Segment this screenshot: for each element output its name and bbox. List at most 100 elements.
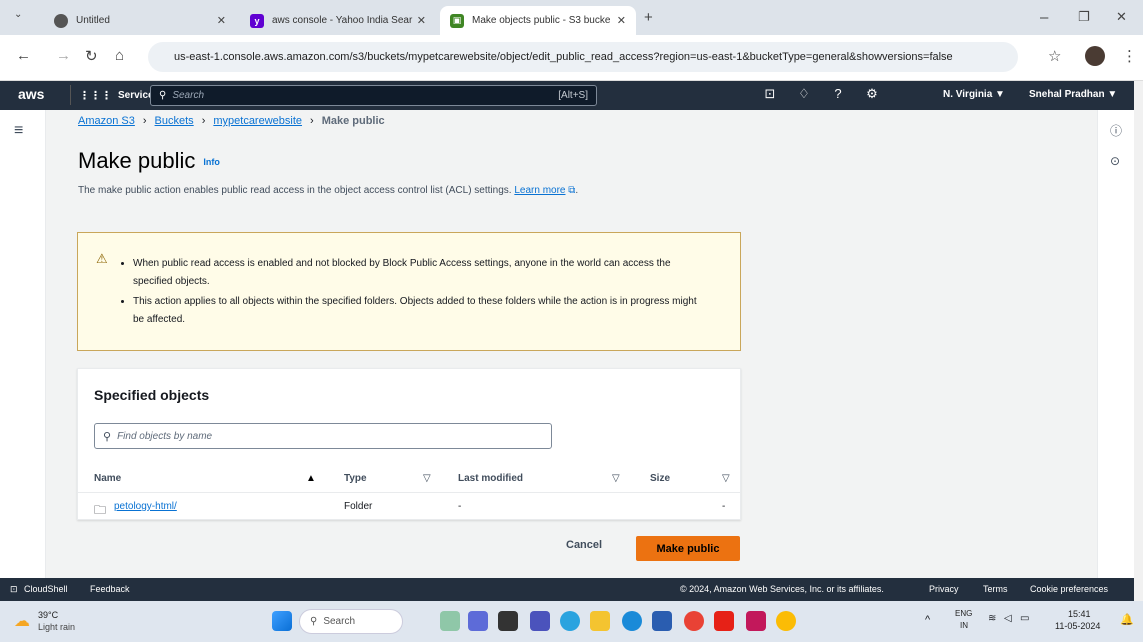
- description-text: The make public action enables public re…: [78, 185, 512, 196]
- close-icon[interactable]: ✕: [617, 14, 626, 27]
- sort-icon[interactable]: ▽: [612, 473, 620, 484]
- help-icon[interactable]: ?: [828, 86, 848, 101]
- sort-ascending-icon[interactable]: ▲: [306, 473, 316, 484]
- minimize-button[interactable]: –: [1040, 9, 1048, 26]
- close-icon[interactable]: ✕: [217, 14, 226, 27]
- specified-objects-panel: Specified objects ⚲ Find objects by name…: [77, 368, 741, 520]
- telegram-icon[interactable]: [560, 611, 580, 631]
- restore-button[interactable]: ❐: [1078, 9, 1090, 25]
- column-header-size[interactable]: Size: [650, 473, 670, 484]
- warning-icon: ⚠: [96, 251, 108, 266]
- address-bar-row: ← → ↻ ⌂ us-east-1.console.aws.amazon.com…: [0, 35, 1143, 81]
- browser-tab-s3[interactable]: ▣ Make objects public - S3 bucke ✕: [440, 6, 636, 35]
- edge-icon[interactable]: [622, 611, 642, 631]
- chrome-icon[interactable]: [684, 611, 704, 631]
- find-placeholder: Find objects by name: [117, 430, 213, 442]
- browser-tab-bar: ⌄ Untitled ✕ y aws console - Yahoo India…: [0, 0, 1143, 35]
- breadcrumb-buckets[interactable]: Buckets: [155, 115, 194, 127]
- hamburger-menu-icon[interactable]: ≡: [14, 122, 23, 140]
- region-selector[interactable]: N. Virginia ▼: [943, 89, 1005, 100]
- object-last-modified: -: [458, 501, 462, 512]
- close-icon[interactable]: ✕: [417, 14, 426, 27]
- cookie-preferences-link[interactable]: Cookie preferences: [1030, 584, 1108, 594]
- clock-time[interactable]: 15:41: [1068, 609, 1091, 619]
- breadcrumb-bucket[interactable]: mypetcarewebsite: [213, 115, 302, 127]
- file-explorer-icon[interactable]: [590, 611, 610, 631]
- url-input[interactable]: us-east-1.console.aws.amazon.com/s3/buck…: [148, 42, 1018, 72]
- weather-icon[interactable]: ☁: [14, 611, 30, 631]
- tab-title: Untitled: [76, 15, 110, 26]
- account-menu[interactable]: Snehal Pradhan ▼: [1029, 89, 1117, 100]
- cloudshell-icon: ⊡: [10, 584, 18, 594]
- app-icon[interactable]: [746, 611, 766, 631]
- cloudshell-icon[interactable]: ⊡: [760, 86, 780, 102]
- info-panel-icon[interactable]: ⓘ: [1110, 122, 1122, 139]
- app-icon[interactable]: [468, 611, 488, 631]
- chevron-up-icon[interactable]: ^: [925, 614, 930, 626]
- avatar[interactable]: [1085, 46, 1105, 66]
- cloudshell-link[interactable]: CloudShell: [24, 584, 68, 594]
- find-objects-input[interactable]: ⚲ Find objects by name: [94, 423, 552, 449]
- external-link-icon: ⧉: [568, 185, 576, 196]
- notification-bell-icon[interactable]: 🔔: [1120, 613, 1134, 626]
- chevron-right-icon: ›: [201, 115, 206, 127]
- widgets-icon[interactable]: [440, 611, 460, 631]
- browser-tab-yahoo[interactable]: y aws console - Yahoo India Sear ✕: [240, 6, 436, 35]
- taskbar-search[interactable]: ⚲ Search: [299, 609, 403, 634]
- search-input[interactable]: ⚲ Search [Alt+S]: [150, 85, 597, 106]
- tab-list-icon[interactable]: ⌄: [14, 9, 22, 20]
- warning-alert: ⚠ When public read access is enabled and…: [77, 232, 741, 351]
- folder-icon: 🗀: [94, 503, 107, 517]
- back-icon[interactable]: ←: [16, 47, 31, 64]
- right-rail: ⓘ ⊙: [1097, 110, 1134, 578]
- object-name-link[interactable]: petology-html/: [114, 501, 177, 512]
- make-public-button[interactable]: Make public: [636, 536, 740, 561]
- column-header-last-modified[interactable]: Last modified: [458, 473, 523, 484]
- url-text: us-east-1.console.aws.amazon.com/s3/buck…: [174, 51, 953, 63]
- store-icon[interactable]: [652, 611, 672, 631]
- browser-tab-untitled[interactable]: Untitled ✕: [44, 6, 236, 35]
- battery-icon[interactable]: ▭: [1020, 613, 1029, 624]
- cancel-button[interactable]: Cancel: [566, 539, 602, 551]
- teams-icon[interactable]: [530, 611, 550, 631]
- volume-icon[interactable]: ◁: [1004, 613, 1012, 624]
- weather-desc: Light rain: [38, 622, 76, 632]
- forward-icon[interactable]: →: [56, 47, 71, 64]
- settings-gear-icon[interactable]: ⚙: [862, 86, 882, 102]
- compass-icon[interactable]: ⊙: [1110, 154, 1120, 168]
- feedback-link[interactable]: Feedback: [90, 584, 130, 594]
- home-icon[interactable]: ⌂: [115, 47, 124, 64]
- search-placeholder: Search: [172, 90, 205, 101]
- terms-link[interactable]: Terms: [983, 584, 1008, 594]
- column-header-type[interactable]: Type: [344, 473, 367, 484]
- sort-icon[interactable]: ▽: [722, 473, 730, 484]
- chevron-right-icon: ›: [310, 115, 314, 127]
- chrome-active-icon[interactable]: [776, 611, 796, 631]
- breadcrumb-amazon-s3[interactable]: Amazon S3: [78, 115, 135, 127]
- window-close-button[interactable]: ✕: [1116, 9, 1127, 25]
- task-view-icon[interactable]: [498, 611, 518, 631]
- page-title: Make public: [78, 148, 196, 173]
- sort-icon[interactable]: ▽: [423, 473, 431, 484]
- privacy-link[interactable]: Privacy: [929, 584, 959, 594]
- page-description: The make public action enables public re…: [78, 185, 579, 196]
- column-header-name[interactable]: Name: [94, 473, 121, 484]
- new-tab-button[interactable]: +: [644, 9, 653, 26]
- notifications-icon[interactable]: ♢: [794, 86, 814, 102]
- wifi-icon[interactable]: ≋: [988, 613, 996, 624]
- youtube-icon[interactable]: [714, 611, 734, 631]
- language-indicator[interactable]: ENG: [955, 609, 972, 618]
- learn-more-link[interactable]: Learn more: [514, 185, 565, 196]
- windows-start-icon[interactable]: [272, 611, 292, 631]
- aws-logo[interactable]: aws: [18, 86, 44, 102]
- chevron-right-icon: ›: [142, 115, 147, 127]
- breadcrumb: Amazon S3 › Buckets › mypetcarewebsite ›…: [78, 115, 385, 127]
- page-scrollbar[interactable]: [1134, 81, 1143, 601]
- bookmark-star-icon[interactable]: ☆: [1048, 47, 1061, 65]
- taskbar-search-label: Search: [323, 616, 356, 627]
- info-link[interactable]: Info: [203, 157, 220, 167]
- weather-temp: 39°C: [38, 610, 59, 620]
- menu-dots-icon[interactable]: ⋮: [1122, 47, 1137, 65]
- reload-icon[interactable]: ↻: [85, 47, 98, 65]
- left-rail: ≡: [0, 110, 46, 578]
